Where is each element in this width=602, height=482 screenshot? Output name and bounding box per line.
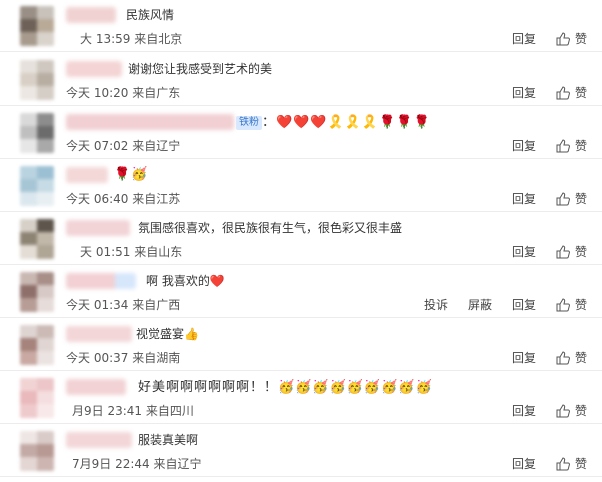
like-button[interactable]: 赞 xyxy=(575,85,587,101)
avatar[interactable] xyxy=(20,166,54,206)
like-button[interactable]: 赞 xyxy=(575,350,587,366)
comment-list: 民族风情 大 13:59 来自北京 回复 赞 谢谢您让我感受到艺术的美 今天 1… xyxy=(0,0,602,482)
comment-time: 今天 10:20 xyxy=(66,86,129,100)
username-blurred[interactable] xyxy=(66,326,132,342)
comment-item: 谢谢您让我感受到艺术的美 今天 10:20 来自广东 回复 赞 xyxy=(0,54,602,106)
comment-text: 啊 我喜欢的❤️ xyxy=(146,274,225,288)
avatar[interactable] xyxy=(20,113,54,153)
thumbs-up-icon[interactable] xyxy=(556,85,570,100)
comment-meta: 大 13:59 来自北京 xyxy=(80,31,182,47)
comment-content: 好美啊啊啊啊啊啊！！🥳🥳🥳🥳🥳🥳🥳🥳🥳 xyxy=(138,378,433,397)
avatar[interactable] xyxy=(20,272,54,312)
comment-meta: 今天 07:02 来自辽宁 xyxy=(66,138,180,154)
username-blurred[interactable] xyxy=(66,220,130,236)
comment-meta: 月9日 23:41 来自四川 xyxy=(72,403,194,419)
comment-location: 来自湖南 xyxy=(132,351,181,365)
comment-location: 来自广东 xyxy=(132,86,181,100)
comment-location: 来自四川 xyxy=(145,404,194,418)
comment-meta: 今天 06:40 来自江苏 xyxy=(66,191,180,207)
like-button[interactable]: 赞 xyxy=(575,138,587,154)
thumbs-up-icon[interactable] xyxy=(556,350,570,365)
avatar[interactable] xyxy=(20,378,54,418)
reply-button[interactable]: 回复 xyxy=(512,85,536,101)
username-blurred[interactable] xyxy=(66,167,108,183)
like-button[interactable]: 赞 xyxy=(575,403,587,419)
comment-meta: 今天 10:20 来自广东 xyxy=(66,85,180,101)
comment-location: 来自江苏 xyxy=(132,192,181,206)
reply-button[interactable]: 回复 xyxy=(512,403,536,419)
avatar[interactable] xyxy=(20,6,54,46)
comment-location: 来自北京 xyxy=(134,32,183,46)
comment-time: 今天 01:34 xyxy=(66,298,129,312)
username-blurred[interactable] xyxy=(66,379,126,395)
avatar[interactable] xyxy=(20,60,54,100)
comment-time: 今天 06:40 xyxy=(66,192,129,206)
block-button[interactable]: 屏蔽 xyxy=(468,297,492,313)
reply-button[interactable]: 回复 xyxy=(512,244,536,260)
like-button[interactable]: 赞 xyxy=(575,456,587,472)
comment-time: 今天 00:37 xyxy=(66,351,129,365)
comment-text: 好美啊啊啊啊啊啊！！🥳🥳🥳🥳🥳🥳🥳🥳🥳 xyxy=(138,380,433,395)
comment-text: 谢谢您让我感受到艺术的美 xyxy=(128,62,273,76)
avatar[interactable] xyxy=(20,219,54,259)
reply-button[interactable]: 回复 xyxy=(512,191,536,207)
comment-item: 铁粉 ：❤️❤️❤️🎗️🎗️🎗️🌹🌹🌹 今天 07:02 来自辽宁 回复 赞 xyxy=(0,107,602,159)
reply-button[interactable]: 回复 xyxy=(512,138,536,154)
thumbs-up-icon[interactable] xyxy=(556,244,570,259)
thumbs-up-icon[interactable] xyxy=(556,138,570,153)
comment-text: 氛围感很喜欢，很民族很有生气，很色彩又很丰盛 xyxy=(138,221,403,235)
username-blurred[interactable] xyxy=(66,61,122,77)
reply-button[interactable]: 回复 xyxy=(512,297,536,313)
comment-item: 🌹🥳 今天 06:40 来自江苏 回复 赞 xyxy=(0,160,602,212)
comment-item: 好美啊啊啊啊啊啊！！🥳🥳🥳🥳🥳🥳🥳🥳🥳 月9日 23:41 来自四川 回复 赞 xyxy=(0,372,602,424)
reply-button[interactable]: 回复 xyxy=(512,350,536,366)
username-blurred[interactable] xyxy=(66,7,116,23)
avatar[interactable] xyxy=(20,431,54,471)
comment-meta: 今天 01:34 来自广西 xyxy=(66,297,180,313)
reply-button[interactable]: 回复 xyxy=(512,31,536,47)
username-blurred[interactable] xyxy=(66,273,136,289)
comment-meta: 天 01:51 来自山东 xyxy=(80,244,182,260)
comment-time: 7月9日 22:44 xyxy=(72,457,150,471)
fan-badge: 铁粉 xyxy=(236,116,262,130)
comment-time: 大 13:59 xyxy=(80,32,131,46)
thumbs-up-icon[interactable] xyxy=(556,31,570,46)
comment-text: 🌹🥳 xyxy=(114,167,149,182)
comment-text: 民族风情 xyxy=(126,8,175,22)
comment-meta: 7月9日 22:44 来自辽宁 xyxy=(72,456,202,472)
comment-time: 今天 07:02 xyxy=(66,139,129,153)
comment-location: 来自辽宁 xyxy=(153,457,202,471)
comment-time: 月9日 23:41 xyxy=(72,404,143,418)
comment-location: 来自山东 xyxy=(134,245,183,259)
comment-item: 服装真美啊 7月9日 22:44 来自辽宁 回复 赞 xyxy=(0,425,602,477)
thumbs-up-icon[interactable] xyxy=(556,191,570,206)
comment-time: 天 01:51 xyxy=(80,245,131,259)
comment-text: 视觉盛宴👍 xyxy=(136,327,199,341)
like-button[interactable]: 赞 xyxy=(575,244,587,260)
comment-text: 服装真美啊 xyxy=(138,433,199,447)
comment-item: 民族风情 大 13:59 来自北京 回复 赞 xyxy=(0,0,602,52)
report-button[interactable]: 投诉 xyxy=(424,297,448,313)
comment-item: 啊 我喜欢的❤️ 今天 01:34 来自广西 投诉 屏蔽 回复 赞 xyxy=(0,266,602,318)
comment-meta: 今天 00:37 来自湖南 xyxy=(66,350,180,366)
comment-item: 视觉盛宴👍 今天 00:37 来自湖南 回复 赞 xyxy=(0,319,602,371)
thumbs-up-icon[interactable] xyxy=(556,297,570,312)
comment-text: ：❤️❤️❤️🎗️🎗️🎗️🌹🌹🌹 xyxy=(262,115,431,130)
like-button[interactable]: 赞 xyxy=(575,297,587,313)
like-button[interactable]: 赞 xyxy=(575,191,587,207)
like-button[interactable]: 赞 xyxy=(575,31,587,47)
avatar[interactable] xyxy=(20,325,54,365)
thumbs-up-icon[interactable] xyxy=(556,456,570,471)
comment-location: 来自广西 xyxy=(132,298,181,312)
comment-item: 氛围感很喜欢，很民族很有生气，很色彩又很丰盛 天 01:51 来自山东 回复 赞 xyxy=(0,213,602,265)
comment-location: 来自辽宁 xyxy=(132,139,181,153)
thumbs-up-icon[interactable] xyxy=(556,403,570,418)
username-blurred[interactable] xyxy=(66,114,234,130)
comment-content: 铁粉 ：❤️❤️❤️🎗️🎗️🎗️🌹🌹🌹 xyxy=(236,113,431,132)
reply-button[interactable]: 回复 xyxy=(512,456,536,472)
username-blurred[interactable] xyxy=(66,432,132,448)
